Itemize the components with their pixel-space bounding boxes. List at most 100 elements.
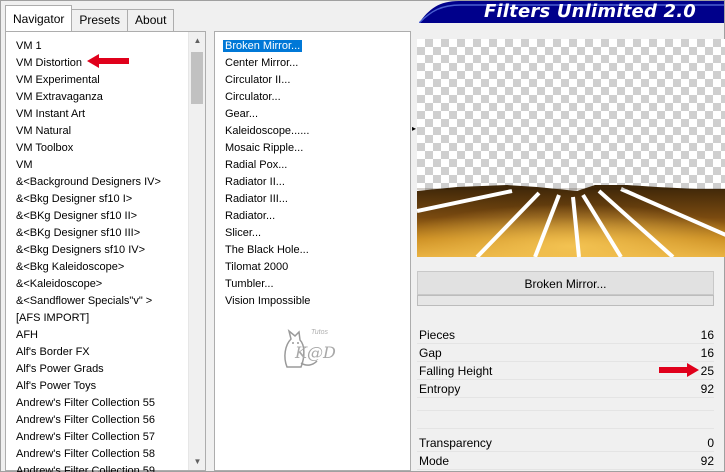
category-item[interactable]: &<BKg Designer sf10 III> (6, 225, 205, 242)
category-list-panel: VM 1 VM Distortion VM Experimental VM Extra… (5, 31, 206, 472)
filter-item[interactable]: Gear... (215, 106, 410, 123)
filter-item[interactable]: The Black Hole... (215, 242, 410, 259)
category-list: VM 1 VM Distortion VM Experimental VM Extra… (6, 38, 205, 472)
parameter-value[interactable]: 0 (707, 434, 714, 452)
category-item[interactable]: &<Kaleidoscope> (6, 276, 205, 293)
category-item[interactable]: Andrew's Filter Collection 55 (6, 395, 205, 412)
kad-watermark: Tutos K@D (277, 323, 349, 371)
parameter-label: Gap (419, 346, 442, 360)
parameter-label: Entropy (419, 382, 461, 396)
parameter-row[interactable]: Pieces 16 (417, 326, 714, 344)
filter-item-label: Center Mirror... (225, 57, 299, 69)
parameter-value[interactable]: 25 (701, 362, 714, 380)
filter-item[interactable]: Broken Mirror... (215, 38, 410, 55)
parameter-label: Pieces (419, 328, 456, 342)
category-item[interactable]: Andrew's Filter Collection 58 (6, 446, 205, 463)
scroll-up-icon[interactable]: ▲ (189, 32, 206, 49)
category-item[interactable]: VM Toolbox (6, 140, 205, 157)
category-scrollbar[interactable]: ▲ ▼ (188, 32, 205, 470)
app-title: Filters Unlimited 2.0 (483, 1, 696, 22)
filter-item[interactable]: Tilomat 2000 (215, 259, 410, 276)
category-item[interactable]: &<BKg Designer sf10 II> (6, 208, 205, 225)
parameter-label: Mode (419, 454, 450, 468)
category-item[interactable]: [AFS IMPORT] (6, 310, 205, 327)
preview-cursor-marker: ▸ (412, 124, 417, 133)
preview-image (417, 185, 725, 257)
filter-item[interactable]: Radiator II... (215, 174, 410, 191)
filter-item-label: Radiator III... (225, 193, 288, 205)
filter-item-label: Tumbler... (225, 278, 274, 290)
filter-item-label: Vision Impossible (225, 295, 311, 307)
category-item[interactable]: Andrew's Filter Collection 59 (6, 463, 205, 472)
category-item[interactable]: VM 1 (6, 38, 205, 55)
category-item[interactable]: VM Extravaganza (6, 89, 205, 106)
category-item[interactable]: Alf's Border FX (6, 344, 205, 361)
filter-item-label: Gear... (225, 108, 259, 120)
category-item[interactable]: Alf's Power Toys (6, 378, 205, 395)
tab-about[interactable]: About (127, 9, 175, 31)
parameter-value[interactable]: 92 (701, 380, 714, 398)
filter-item-label: Radiator... (225, 210, 276, 222)
category-item[interactable]: Andrew's Filter Collection 57 (6, 429, 205, 446)
category-item[interactable]: &<Bkg Designers sf10 IV> (6, 242, 205, 259)
filter-item[interactable]: Vision Impossible (215, 293, 410, 310)
parameter-value[interactable]: 92 (701, 452, 714, 470)
spacer-line (417, 410, 714, 411)
parameter-row[interactable]: Entropy 92 (417, 380, 714, 398)
filter-item-label: Circulator II... (225, 74, 291, 86)
filter-item[interactable]: Circulator II... (215, 72, 410, 89)
filter-item[interactable]: Slicer... (215, 225, 410, 242)
filter-item-label: Tilomat 2000 (225, 261, 289, 273)
filter-item[interactable]: Circulator... (215, 89, 410, 106)
filter-item[interactable]: Radial Pox... (215, 157, 410, 174)
red-arrow-icon (87, 54, 129, 68)
category-item[interactable]: VM Instant Art (6, 106, 205, 123)
parameter-group-2: Transparency 0 Mode 92 (417, 434, 714, 470)
scroll-thumb[interactable] (191, 52, 203, 104)
parameter-label: Falling Height (419, 364, 493, 378)
category-item[interactable]: AFH (6, 327, 205, 344)
category-item[interactable]: VM (6, 157, 205, 174)
filter-item[interactable]: Mosaic Ripple... (215, 140, 410, 157)
parameter-row[interactable]: Gap 16 (417, 344, 714, 362)
parameter-row[interactable]: Transparency 0 (417, 434, 714, 452)
category-item[interactable]: &<Bkg Designer sf10 I> (6, 191, 205, 208)
watermark-top: Tutos (311, 329, 328, 336)
category-item[interactable]: &<Bkg Kaleidoscope> (6, 259, 205, 276)
filter-item[interactable]: Kaleidoscope...... (215, 123, 410, 140)
category-item[interactable]: Andrew's Filter Collection 56 (6, 412, 205, 429)
parameter-spacer (417, 398, 714, 434)
filter-item[interactable]: Center Mirror... (215, 55, 410, 72)
filter-list: Broken Mirror... Center Mirror... Circulat… (215, 38, 410, 310)
parameter-row[interactable]: Mode 92 (417, 452, 714, 470)
filter-item[interactable]: Tumbler... (215, 276, 410, 293)
parameter-label: Transparency (419, 436, 492, 450)
parameter-value[interactable]: 16 (701, 344, 714, 362)
tab-navigator[interactable]: Navigator (5, 5, 73, 31)
category-item[interactable]: &<Sandflower Specials"v" > (6, 293, 205, 310)
category-item[interactable]: Alf's Power Grads (6, 361, 205, 378)
filter-item-label: Slicer... (225, 227, 262, 239)
tab-presets[interactable]: Presets (71, 9, 129, 31)
header-banner: Filters Unlimited 2.0 (419, 1, 724, 23)
filter-item-label: Kaleidoscope...... (225, 125, 310, 137)
filter-item-label: Circulator... (225, 91, 281, 103)
filters-unlimited-window: Filters Unlimited 2.0 Navigator Presets … (0, 0, 725, 472)
red-arrow-icon (659, 363, 699, 377)
filter-item[interactable]: Radiator... (215, 208, 410, 225)
filter-item-label: Radiator II... (225, 176, 285, 188)
filter-list-panel: Broken Mirror... Center Mirror... Circulat… (214, 31, 411, 471)
category-item[interactable]: &<Background Designers IV> (6, 174, 205, 191)
watermark-main: K@D (295, 343, 336, 362)
category-item[interactable]: VM Experimental (6, 72, 205, 89)
filter-item-label: Mosaic Ripple... (225, 142, 304, 154)
scroll-down-icon[interactable]: ▼ (189, 453, 206, 470)
category-item[interactable]: VM Natural (6, 123, 205, 140)
parameter-value[interactable]: 16 (701, 326, 714, 344)
filter-item-label: Broken Mirror... (223, 40, 303, 52)
parameter-panel: Pieces 16 Gap 16 Falling Height 25 Entropy 92 T… (417, 326, 714, 470)
filter-name-button[interactable]: Broken Mirror... (417, 271, 714, 295)
filter-item-label: Radial Pox... (225, 159, 288, 171)
filter-item[interactable]: Radiator III... (215, 191, 410, 208)
preview-canvas (417, 39, 725, 257)
